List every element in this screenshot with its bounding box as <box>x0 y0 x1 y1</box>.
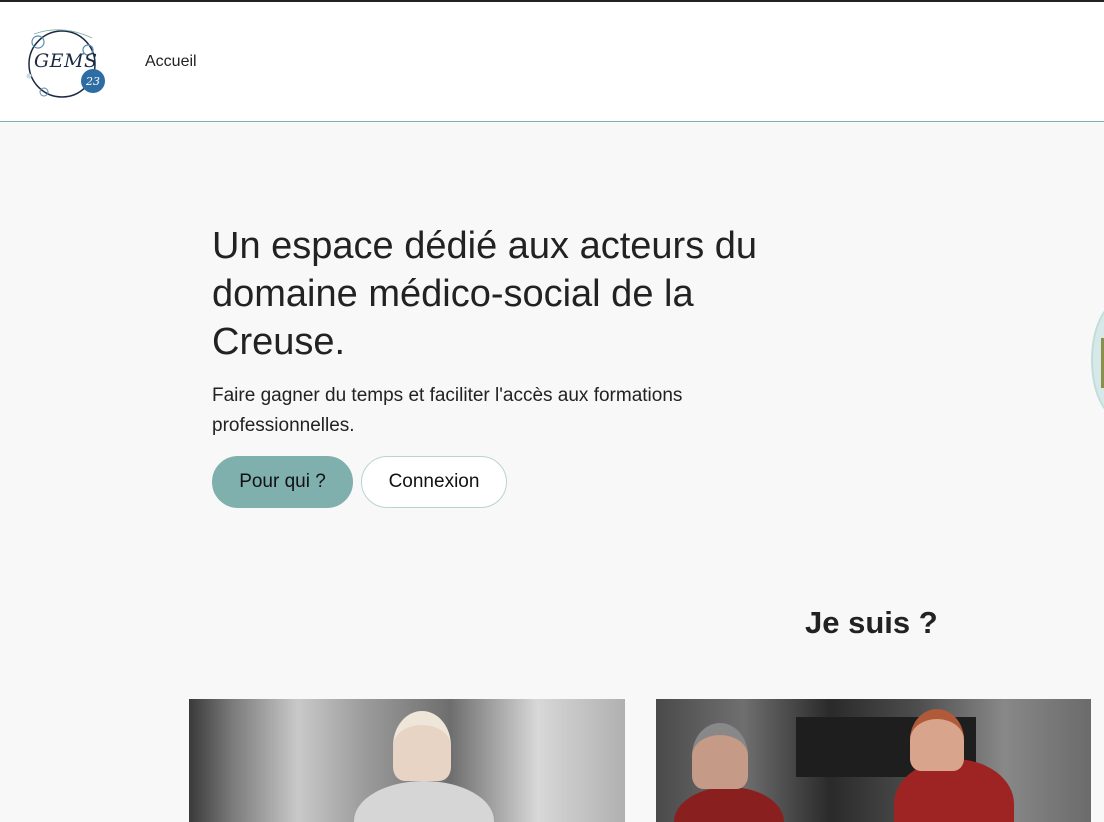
hero-title: Un espace dédié aux acteurs du domaine m… <box>212 225 758 363</box>
site-header: GEMS 23 Accueil <box>0 2 1104 122</box>
logo-badge: 23 <box>81 69 105 93</box>
nav-home-link[interactable]: Accueil <box>145 53 197 71</box>
profile-card-paramedics[interactable] <box>656 699 1091 822</box>
hero-subtitle: Faire gagner du temps et faciliter l'acc… <box>212 385 683 436</box>
photo-person-body <box>354 781 494 822</box>
connexion-button[interactable]: Connexion <box>361 456 507 508</box>
gems23-logo[interactable]: GEMS 23 <box>20 24 108 102</box>
photo-person-head <box>393 711 451 781</box>
photo-paramedic-head <box>910 709 964 771</box>
section-title: Je suis ? <box>805 605 938 640</box>
profile-card-professional[interactable] <box>189 699 625 822</box>
photo-paramedic-body <box>674 787 784 822</box>
photo-paramedic-head <box>692 723 748 789</box>
decorative-illustration <box>1091 300 1104 420</box>
pour-qui-button[interactable]: Pour qui ? <box>212 456 353 508</box>
